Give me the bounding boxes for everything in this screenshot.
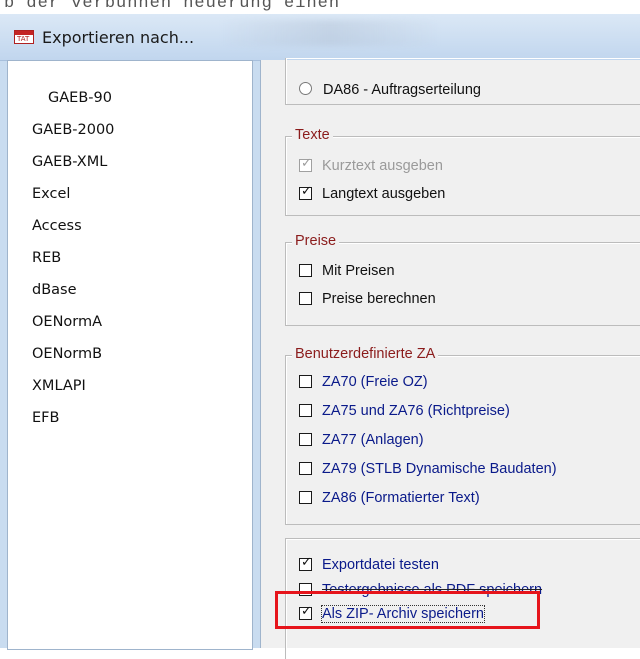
za70-checkbox-box[interactable] xyxy=(299,375,312,388)
preise-berechnen-checkbox-box[interactable] xyxy=(299,292,312,305)
group-preise-title: Preise xyxy=(292,233,340,249)
langtext-label: Langtext ausgeben xyxy=(322,186,446,202)
format-item-efb[interactable]: EFB xyxy=(32,410,59,426)
highlight-box xyxy=(275,591,540,629)
kurztext-label: Kurztext ausgeben xyxy=(322,158,443,174)
format-item-reb[interactable]: REB xyxy=(32,250,61,266)
za75-label: ZA75 und ZA76 (Richtpreise) xyxy=(322,403,510,419)
preise-berechnen-label: Preise berechnen xyxy=(322,291,436,307)
options-panel: DA86 - Auftragserteilung Texte ✓ Kurztex… xyxy=(260,58,640,659)
za77-checkbox-box[interactable] xyxy=(299,433,312,446)
za70-label: ZA70 (Freie OZ) xyxy=(322,374,428,390)
group-texte-title: Texte xyxy=(292,127,333,143)
za79-checkbox-box[interactable] xyxy=(299,462,312,475)
group-preise: Preise xyxy=(285,233,640,326)
background-document-text: b der verbunnen neuerung einen xyxy=(4,0,341,13)
za77-label: ZA77 (Anlagen) xyxy=(322,432,424,448)
checkmark-icon: ✓ xyxy=(301,184,312,199)
format-item-gaeb2000[interactable]: GAEB-2000 xyxy=(32,122,114,138)
format-item-access[interactable]: Access xyxy=(32,218,82,234)
checkmark-icon: ✓ xyxy=(301,555,312,570)
mit-preisen-checkbox-box[interactable] xyxy=(299,264,312,277)
format-item-dbase[interactable]: dBase xyxy=(32,282,77,298)
format-item-gaebxml[interactable]: GAEB-XML xyxy=(32,154,107,170)
format-item-gaeb90[interactable]: GAEB-90 xyxy=(48,90,112,106)
exportdatei-testen-label: Exportdatei testen xyxy=(322,557,439,573)
za79-label: ZA79 (STLB Dynamische Baudaten) xyxy=(322,461,557,477)
group-benutzer-title: Benutzerdefinierte ZA xyxy=(292,346,439,362)
group-texte: Texte xyxy=(285,127,640,216)
format-list[interactable]: GAEB-90 GAEB-2000 GAEB-XML Excel Access … xyxy=(7,60,253,650)
za86-label: ZA86 (Formatierter Text) xyxy=(322,490,480,506)
exportdatei-testen-checkbox-box[interactable]: ✓ xyxy=(299,555,312,571)
title-bar-blur xyxy=(220,20,440,46)
format-item-oenormb[interactable]: OENormB xyxy=(32,346,102,362)
da86-radio-label: DA86 - Auftragserteilung xyxy=(323,82,481,98)
kurztext-checkbox-box[interactable]: ✓ xyxy=(299,156,312,172)
format-item-excel[interactable]: Excel xyxy=(32,186,70,202)
langtext-checkbox-box[interactable]: ✓ xyxy=(299,184,312,200)
window-title: Exportieren nach... xyxy=(42,28,195,47)
format-item-oenorma[interactable]: OENormA xyxy=(32,314,102,330)
za75-checkbox-box[interactable] xyxy=(299,404,312,417)
tat-app-icon: TAT xyxy=(14,30,34,44)
mit-preisen-label: Mit Preisen xyxy=(322,263,395,279)
title-bar[interactable]: TAT Exportieren nach... xyxy=(0,14,640,61)
za86-checkbox-box[interactable] xyxy=(299,491,312,504)
checkmark-icon: ✓ xyxy=(301,156,312,171)
format-item-xmlapi[interactable]: XMLAPI xyxy=(32,378,86,394)
da86-radio[interactable] xyxy=(299,82,312,95)
